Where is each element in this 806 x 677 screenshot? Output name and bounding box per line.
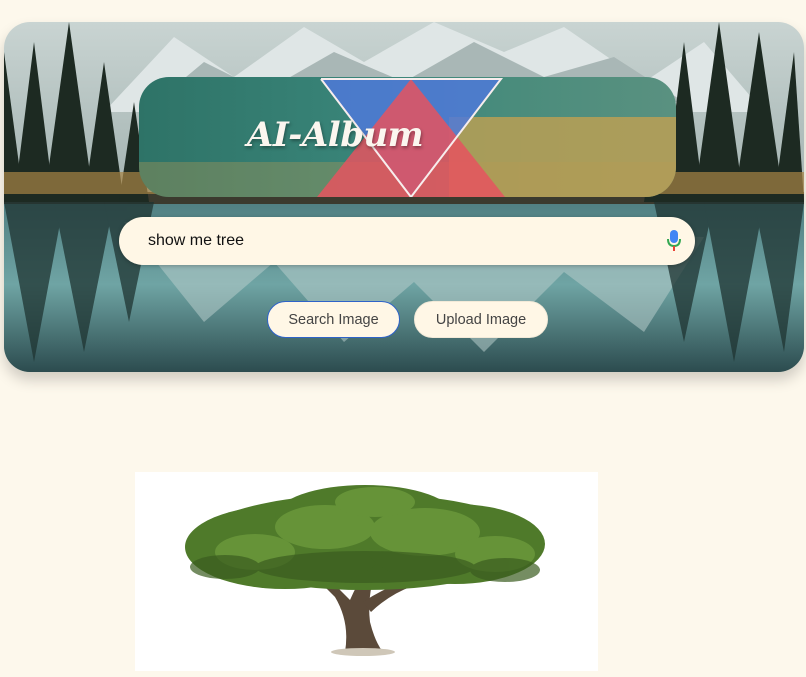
hero-banner: AI-Album show me tree Search Image Uploa… xyxy=(4,22,804,372)
upload-image-button[interactable]: Upload Image xyxy=(414,301,548,338)
search-image-button[interactable]: Search Image xyxy=(267,301,400,338)
tree-image xyxy=(185,485,545,656)
search-input[interactable]: show me tree xyxy=(148,232,244,250)
result-image-tree[interactable] xyxy=(135,472,598,671)
app-logo: AI-Album xyxy=(139,77,676,197)
search-bar[interactable]: show me tree xyxy=(119,217,695,265)
microphone-icon[interactable] xyxy=(667,230,681,252)
logo-title: AI-Album xyxy=(247,115,424,155)
mountain-lake-background xyxy=(4,22,804,372)
